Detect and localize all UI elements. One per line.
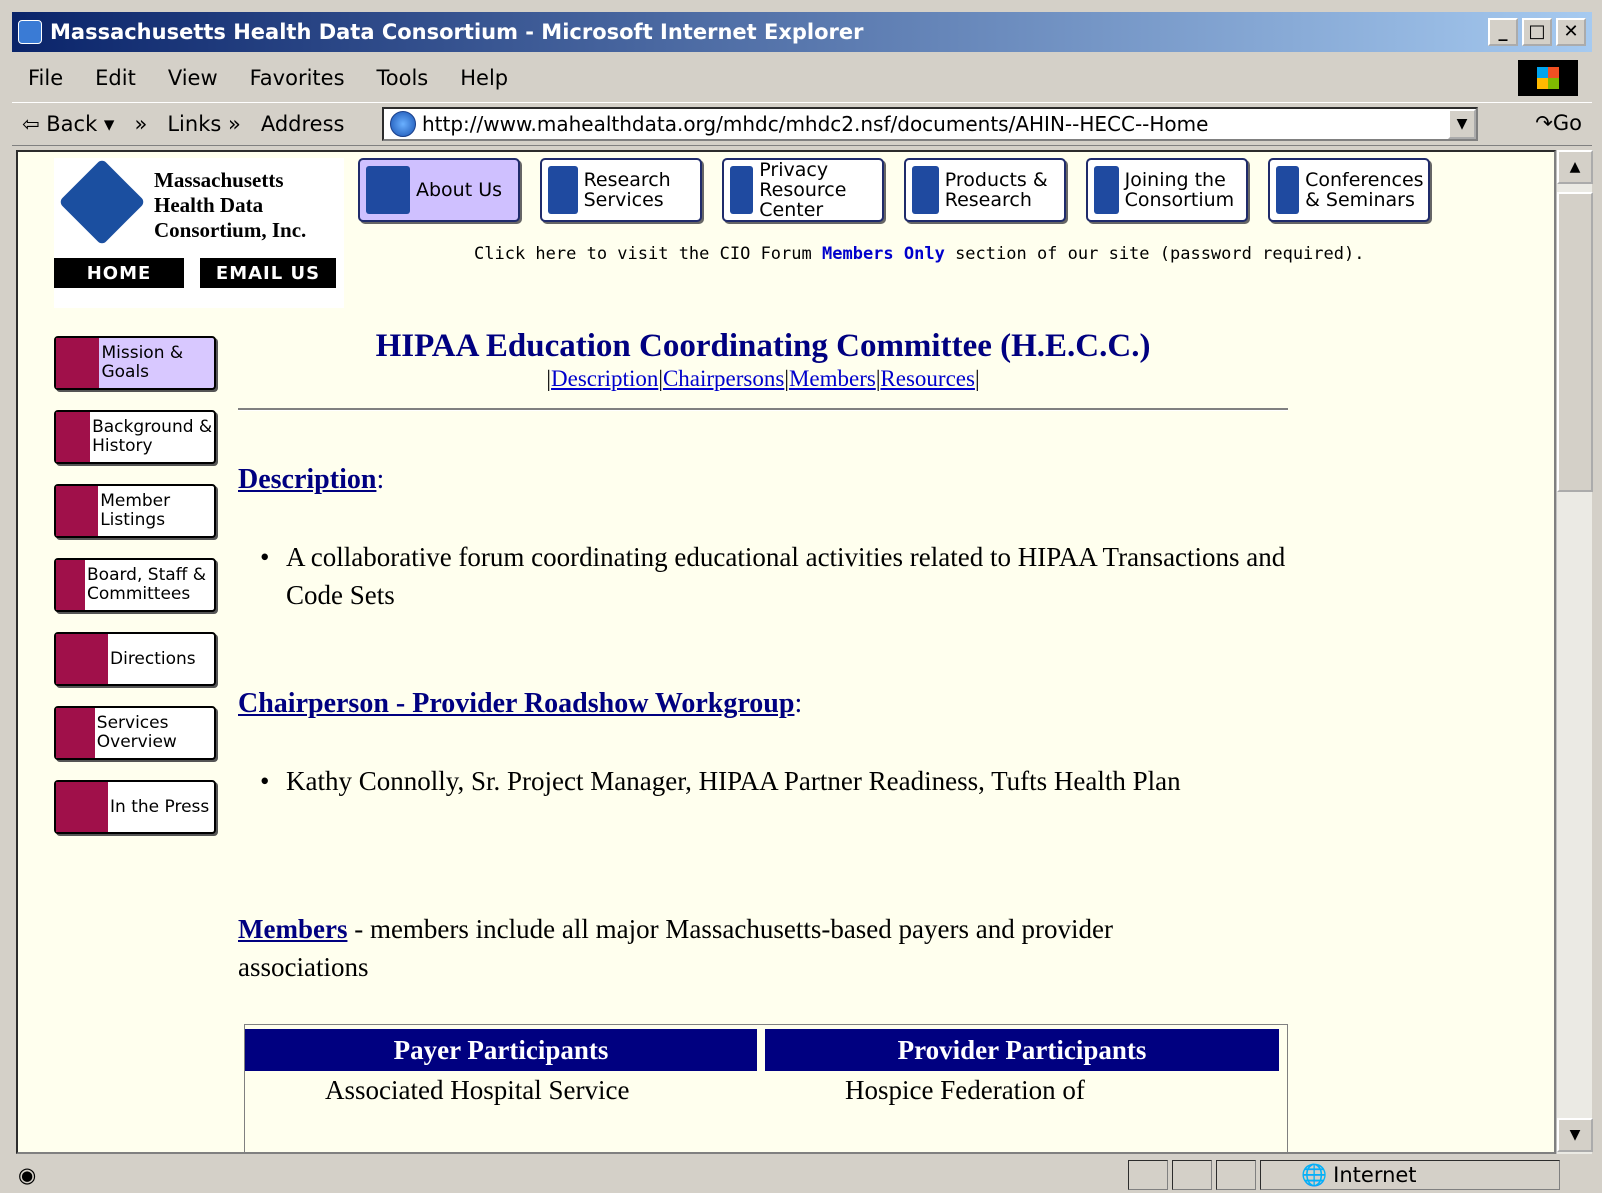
toc-chairpersons[interactable]: Chairpersons: [663, 366, 784, 391]
sidebar-item-directions[interactable]: Directions: [54, 632, 216, 686]
close-button[interactable]: ✕: [1556, 18, 1586, 46]
menu-file[interactable]: File: [12, 66, 79, 90]
provider-header: Provider Participants: [765, 1029, 1279, 1071]
nav-joining-consortium[interactable]: Joining the Consortium: [1086, 158, 1248, 222]
toolbar-chevron[interactable]: »: [124, 112, 157, 136]
title-bar: Massachusetts Health Data Consortium - M…: [12, 12, 1592, 52]
address-toolbar: ⇦ Back ▾ » Links » Address http://www.ma…: [12, 102, 1592, 146]
page-viewport: Massachusetts Health Data Consortium, In…: [16, 150, 1556, 1154]
vertical-scrollbar[interactable]: ▲ ▼: [1556, 150, 1593, 1154]
address-label: Address: [260, 112, 345, 136]
logo-line-1: Massachusetts: [154, 168, 284, 192]
logo-line-3: Consortium, Inc.: [154, 218, 307, 242]
address-dropdown-button[interactable]: ▼: [1448, 109, 1476, 139]
cio-forum-notice: Click here to visit the CIO Forum Member…: [474, 244, 1365, 264]
sidebar-item-services[interactable]: Services Overview: [54, 706, 216, 760]
sidebar-item-mission[interactable]: Mission & Goals: [54, 336, 216, 390]
toc-members[interactable]: Members: [789, 366, 876, 391]
people-icon: [1276, 166, 1300, 214]
members-paragraph: Members - members include all major Mass…: [238, 914, 1113, 982]
toc-description[interactable]: Description: [551, 366, 658, 391]
status-cell: [1216, 1160, 1256, 1190]
menu-view[interactable]: View: [152, 66, 234, 90]
menu-edit[interactable]: Edit: [79, 66, 152, 90]
menu-bar: File Edit View Favorites Tools Help: [12, 60, 1592, 96]
divider: [238, 408, 1288, 411]
globe-icon: 🌐: [1301, 1162, 1328, 1187]
knot-icon: [366, 166, 410, 214]
address-input[interactable]: http://www.mahealthdata.org/mhdc/mhdc2.n…: [382, 107, 1478, 141]
book-icon: [56, 338, 100, 388]
document-icon: [912, 166, 939, 214]
description-heading: Description:: [238, 464, 385, 495]
menu-favorites[interactable]: Favorites: [234, 66, 361, 90]
zone-indicator: 🌐 Internet: [1260, 1160, 1560, 1190]
minimize-button[interactable]: _: [1488, 18, 1518, 46]
members-only-link[interactable]: Members Only: [822, 244, 945, 264]
browser-window: Massachusetts Health Data Consortium - M…: [0, 0, 1602, 1193]
email-us-button[interactable]: EMAIL US: [200, 258, 336, 288]
chairperson-heading: Chairperson - Provider Roadshow Workgrou…: [238, 688, 803, 719]
url-text[interactable]: http://www.mahealthdata.org/mhdc/mhdc2.n…: [422, 112, 1208, 136]
lock-icon: [730, 166, 754, 214]
scroll-down-button[interactable]: ▼: [1557, 1118, 1593, 1152]
home-button[interactable]: HOME: [54, 258, 184, 288]
page-title: HIPAA Education Coordinating Committee (…: [375, 328, 1151, 364]
nav-privacy-resource-center[interactable]: Privacy Resource Center: [722, 158, 884, 222]
members-link[interactable]: Members: [238, 914, 347, 944]
book-icon: [548, 166, 578, 214]
sidebar-item-board[interactable]: Board, Staff & Committees: [54, 558, 216, 612]
sidebar-item-press[interactable]: In the Press: [54, 780, 216, 834]
participants-table: Payer Participants Provider Participants…: [244, 1024, 1288, 1152]
list-icon: [56, 486, 99, 536]
knot-icon: [56, 412, 91, 462]
toc-resources[interactable]: Resources: [880, 366, 975, 391]
maximize-button[interactable]: □: [1522, 18, 1552, 46]
status-cell: [1128, 1160, 1168, 1190]
grid-icon: [56, 708, 95, 758]
chairperson-item: Kathy Connolly, Sr. Project Manager, HIP…: [260, 762, 1286, 800]
scroll-up-button[interactable]: ▲: [1557, 150, 1593, 184]
status-cell: [1172, 1160, 1212, 1190]
provider-row: Hospice Federation of: [845, 1075, 1085, 1105]
newspaper-icon: [56, 782, 108, 832]
sidebar-item-member-listings[interactable]: Member Listings: [54, 484, 216, 538]
payer-header: Payer Participants: [245, 1029, 757, 1071]
menu-tools[interactable]: Tools: [361, 66, 445, 90]
windows-logo-icon: [1518, 60, 1578, 96]
nav-about-us[interactable]: About Us: [358, 158, 520, 222]
nav-research-services[interactable]: Research Services: [540, 158, 702, 222]
sidebar-item-background[interactable]: Background & History: [54, 410, 216, 464]
consortium-logo[interactable]: Massachusetts Health Data Consortium, In…: [54, 158, 344, 308]
description-item: A collaborative forum coordinating educa…: [260, 538, 1286, 614]
page-status-icon: ◉: [18, 1163, 37, 1187]
ie-icon: [18, 20, 42, 44]
payer-row: Associated Hospital Service: [325, 1075, 630, 1105]
nav-products-research[interactable]: Products & Research: [904, 158, 1066, 222]
status-bar: ◉ 🌐 Internet: [12, 1158, 1592, 1192]
back-button[interactable]: ⇦ Back ▾: [12, 112, 124, 136]
logo-knot-icon: [58, 158, 146, 246]
menu-help[interactable]: Help: [444, 66, 524, 90]
page-icon: [390, 111, 416, 137]
go-button[interactable]: ↷Go: [1535, 111, 1582, 135]
handshake-icon: [1094, 166, 1119, 214]
links-button[interactable]: Links »: [157, 112, 250, 136]
logo-line-2: Health Data: [154, 193, 264, 217]
scroll-thumb[interactable]: [1557, 192, 1593, 492]
nav-conferences-seminars[interactable]: Conferences & Seminars: [1268, 158, 1430, 222]
window-title: Massachusetts Health Data Consortium - M…: [50, 20, 864, 44]
section-links: |Description|Chairpersons|Members|Resour…: [546, 366, 980, 391]
org-chart-icon: [56, 560, 86, 610]
route-icon: [56, 634, 108, 684]
